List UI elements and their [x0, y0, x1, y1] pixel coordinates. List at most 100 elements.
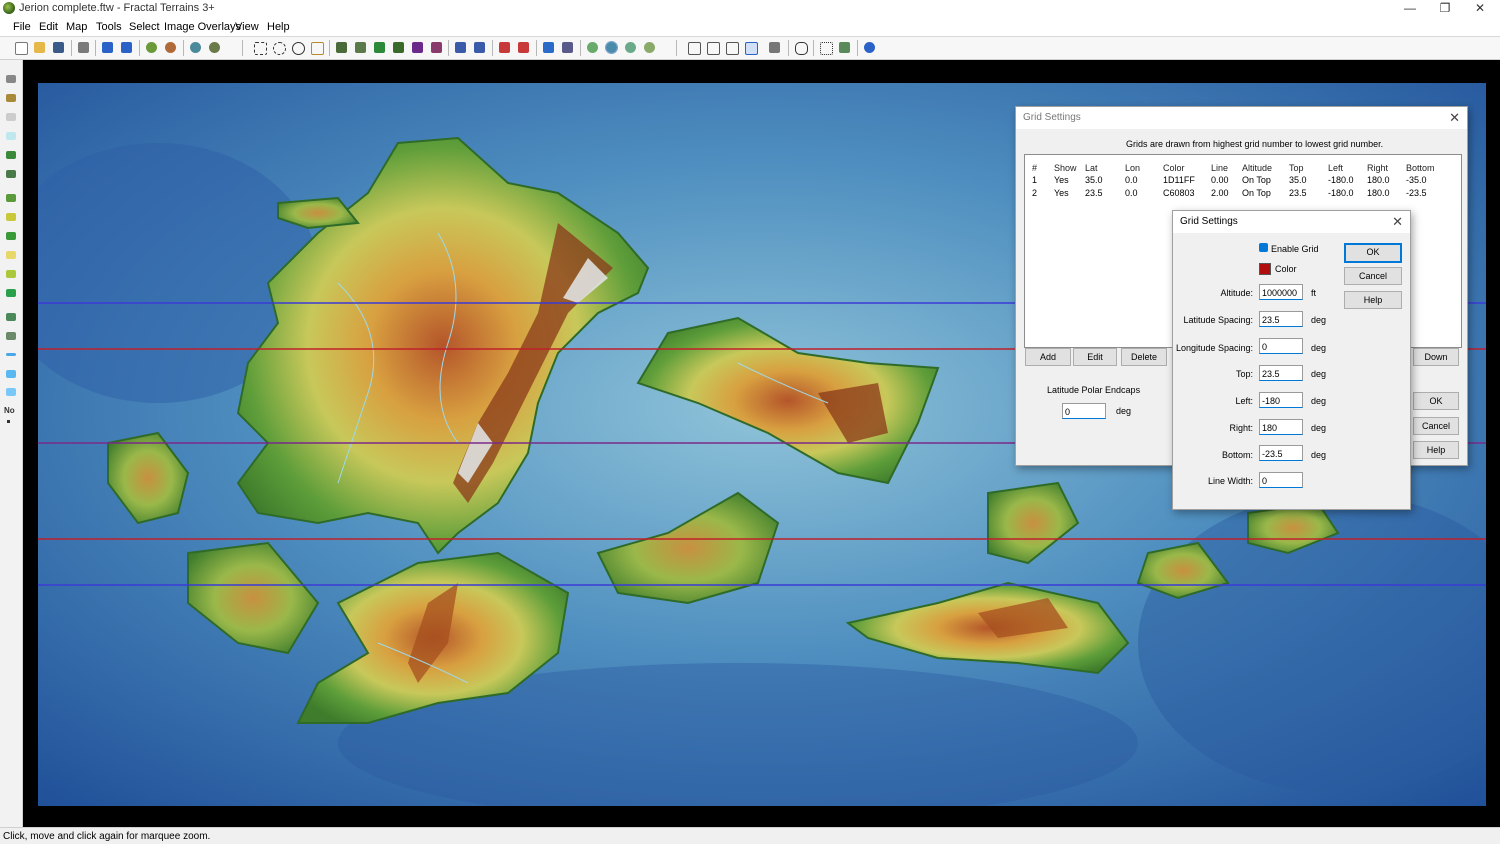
palette-tool-3-icon[interactable] [6, 113, 16, 121]
menu-tools[interactable]: Tools [96, 21, 122, 33]
palette-tool-7-icon[interactable] [6, 194, 16, 202]
right-input[interactable]: 180 [1259, 419, 1303, 435]
undo-icon[interactable] [102, 42, 113, 53]
table-row[interactable]: 1 Yes 35.0 0.0 1D11FF 0.00 On Top 35.0 -… [1025, 175, 1461, 188]
globe-alt-icon[interactable] [165, 42, 176, 53]
view-globe-1-icon[interactable] [587, 42, 598, 53]
menu-view[interactable]: View [235, 21, 259, 33]
globe-dropdown-icon[interactable] [209, 42, 220, 53]
cancel-button[interactable]: Cancel [1413, 417, 1459, 435]
redo-icon[interactable] [121, 42, 132, 53]
palette-tool-2-icon[interactable] [6, 94, 16, 102]
lasso-select-icon[interactable] [292, 42, 305, 55]
open-folder-icon[interactable] [34, 42, 45, 53]
close-icon[interactable]: ✕ [1392, 214, 1403, 230]
cancel-button[interactable]: Cancel [1344, 267, 1402, 285]
palette-tool-1-icon[interactable] [6, 75, 16, 83]
palette-tool-16-icon[interactable] [6, 370, 16, 378]
palette-tool-12-icon[interactable] [6, 289, 16, 297]
top-input[interactable]: 23.5 [1259, 365, 1303, 381]
save-icon[interactable] [53, 42, 64, 53]
bottom-input[interactable]: -23.5 [1259, 445, 1303, 461]
right-label: Right: [1229, 423, 1253, 433]
palette-tool-13-icon[interactable] [6, 313, 16, 321]
close-window-button[interactable]: ✕ [1463, 0, 1497, 18]
zoom-globe-icon[interactable] [190, 42, 201, 53]
terrain-lower-icon[interactable] [355, 42, 366, 53]
latitude-spacing-input[interactable]: 23.5 [1259, 311, 1303, 327]
cell-num: 1 [1032, 175, 1038, 185]
latitude-spacing-unit: deg [1311, 315, 1327, 325]
palette-tool-15-icon[interactable] [6, 353, 16, 356]
palette-tool-4-icon[interactable] [6, 132, 16, 140]
palette-tool-11-icon[interactable] [6, 270, 16, 278]
view-globe-dropdown-icon[interactable] [644, 42, 655, 53]
water-tool-alt-icon[interactable] [474, 42, 485, 53]
poly-select-icon[interactable] [311, 42, 324, 55]
palette-tool-9-icon[interactable] [6, 232, 16, 240]
table-row[interactable]: 2 Yes 23.5 0.0 C60803 2.00 On Top 23.5 -… [1025, 188, 1461, 201]
terrain-fill-icon[interactable] [431, 42, 442, 53]
grid-icon[interactable] [820, 42, 833, 55]
overlay-icon[interactable] [839, 42, 850, 53]
menu-edit[interactable]: Edit [39, 21, 58, 33]
water-tool-icon[interactable] [455, 42, 466, 53]
add-button[interactable]: Add [1025, 348, 1071, 366]
menu-help[interactable]: Help [267, 21, 290, 33]
minimize-button[interactable]: — [1393, 0, 1427, 18]
palette-tool-5-icon[interactable] [6, 151, 16, 159]
view-globe-2-icon[interactable] [605, 41, 618, 54]
move-down-button[interactable]: Down [1413, 348, 1459, 366]
altitude-input[interactable]: 1000000 [1259, 284, 1303, 300]
print-icon[interactable] [78, 42, 89, 53]
palette-tool-10-icon[interactable] [6, 251, 16, 259]
longitude-spacing-input[interactable]: 0 [1259, 338, 1303, 354]
menu-image-overlays[interactable]: Image Overlays [164, 21, 241, 33]
help-button[interactable]: Help [1413, 441, 1459, 459]
marquee-zoom-icon[interactable] [745, 42, 758, 55]
new-file-icon[interactable] [15, 42, 28, 55]
rect-select-icon[interactable] [254, 42, 267, 55]
layer-icon[interactable] [562, 42, 573, 53]
zoom-in-icon[interactable] [726, 42, 739, 55]
polar-endcaps-input[interactable]: 0 [1062, 403, 1106, 419]
edit-button[interactable]: Edit [1073, 348, 1117, 366]
enable-grid-checkbox[interactable] [1259, 243, 1268, 252]
restore-button[interactable]: ❐ [1428, 0, 1462, 18]
view-globe-3-icon[interactable] [625, 42, 636, 53]
terrain-rough-icon[interactable] [393, 42, 404, 53]
close-icon[interactable]: ✕ [1449, 110, 1460, 126]
terrain-raise-icon[interactable] [336, 42, 347, 53]
line-width-input[interactable]: 0 [1259, 472, 1303, 488]
help-button[interactable]: Help [1344, 291, 1402, 309]
palette-tool-17-icon[interactable] [6, 388, 16, 396]
ok-button[interactable]: OK [1413, 392, 1459, 410]
globe-icon[interactable] [146, 42, 157, 53]
color-swatch[interactable] [1259, 263, 1271, 275]
palette-more-icon[interactable] [7, 420, 10, 423]
ok-button[interactable]: OK [1344, 243, 1402, 263]
palette-tool-14-icon[interactable] [6, 332, 16, 340]
copy-view-icon[interactable] [688, 42, 701, 55]
terrain-mountain-icon[interactable] [412, 42, 423, 53]
info-icon[interactable] [864, 42, 875, 53]
measure-icon[interactable] [769, 42, 780, 53]
title-bar: Jerion complete.ftw - Fractal Terrains 3… [0, 0, 1500, 18]
paste-view-icon[interactable] [707, 42, 720, 55]
terrain-smooth-icon[interactable] [374, 42, 385, 53]
menu-select[interactable]: Select [129, 21, 160, 33]
temperature-down-icon[interactable] [518, 42, 529, 53]
menu-map[interactable]: Map [66, 21, 87, 33]
delete-button[interactable]: Delete [1121, 348, 1167, 366]
palette-tool-8-icon[interactable] [6, 213, 16, 221]
palette-tool-6-icon[interactable] [6, 170, 16, 178]
menu-file[interactable]: File [13, 21, 31, 33]
ellipse-select-icon[interactable] [273, 42, 286, 55]
left-input[interactable]: -180 [1259, 392, 1303, 408]
temperature-up-icon[interactable] [499, 42, 510, 53]
palette-no-label[interactable]: No [4, 406, 15, 415]
hand-pan-icon[interactable] [795, 42, 808, 55]
longitude-spacing-label: Longitude Spacing: [1175, 343, 1253, 353]
altitude-label: Altitude: [1220, 288, 1253, 298]
sea-level-icon[interactable] [543, 42, 554, 53]
